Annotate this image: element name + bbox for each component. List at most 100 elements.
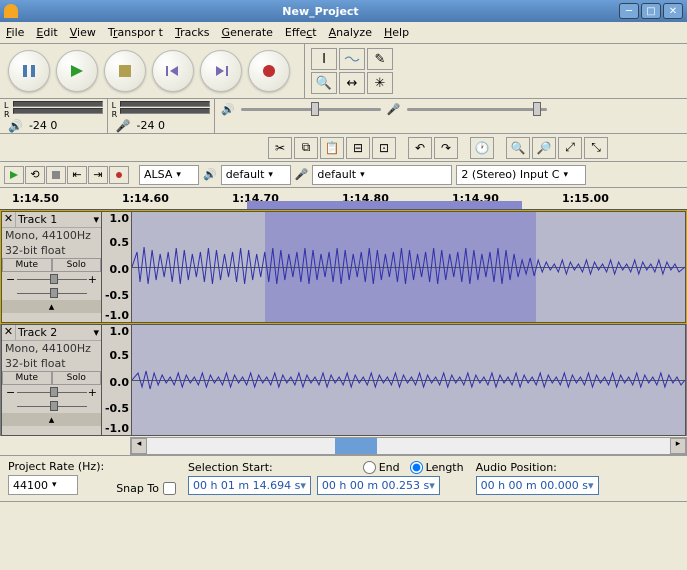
menu-tracks[interactable]: Tracks xyxy=(175,26,210,39)
timeline-selection-bar[interactable] xyxy=(247,201,522,209)
track-close-button[interactable]: ✕ xyxy=(2,325,16,340)
undo-button[interactable]: ↶ xyxy=(408,137,432,159)
mini-stop-button[interactable] xyxy=(46,166,66,184)
mic-icon: 🎤 xyxy=(116,119,131,133)
mute-button[interactable]: Mute xyxy=(2,258,52,272)
stop-button[interactable] xyxy=(104,50,146,92)
speaker-icon: 🔊 xyxy=(8,119,23,133)
track-2: ✕Track 2▾ Mono, 44100Hz 32-bit float Mut… xyxy=(1,324,686,436)
record-button[interactable] xyxy=(248,50,290,92)
trim-button[interactable]: ⊟ xyxy=(346,137,370,159)
edit-toolbar: ✂ ⧉ 📋 ⊟ ⊡ ↶ ↷ 🕐 🔍 🔎 ⤢ ⤡ xyxy=(0,134,687,162)
pan-slider[interactable] xyxy=(2,286,101,300)
solo-button[interactable]: Solo xyxy=(52,371,102,385)
scroll-right-button[interactable]: ▸ xyxy=(670,438,686,454)
vertical-scale[interactable]: 1.00.50.0-0.5-1.0 xyxy=(102,212,132,322)
play-button[interactable] xyxy=(56,50,98,92)
copy-button[interactable]: ⧉ xyxy=(294,137,318,159)
waveform[interactable] xyxy=(132,212,685,322)
track-head: ✕Track 2▾ Mono, 44100Hz 32-bit float Mut… xyxy=(2,325,102,435)
output-volume-slider[interactable] xyxy=(241,101,381,117)
waveform[interactable] xyxy=(132,325,685,435)
pause-button[interactable] xyxy=(8,50,50,92)
redo-button[interactable]: ↷ xyxy=(434,137,458,159)
track-1: ✕Track 1▾ Mono, 44100Hz 32-bit float Mut… xyxy=(1,211,686,323)
selection-start-time[interactable]: 00 h 01 m 14.694 s▾ xyxy=(188,476,311,495)
gain-slider[interactable]: −+ xyxy=(2,385,101,399)
menu-help[interactable]: Help xyxy=(384,26,409,39)
zoom-tool[interactable]: 🔍 xyxy=(311,72,337,94)
draw-tool[interactable]: ✎ xyxy=(367,48,393,70)
titlebar: New_Project ─ □ ✕ xyxy=(0,0,687,22)
collapse-button[interactable]: ▴ xyxy=(2,413,101,426)
selection-length-time[interactable]: 00 h 00 m 00.253 s▾ xyxy=(317,476,440,495)
menu-generate[interactable]: Generate xyxy=(222,26,273,39)
zoom-out-button[interactable]: 🔎 xyxy=(532,137,556,159)
mini-end-button[interactable]: ⇥ xyxy=(88,166,108,184)
menu-edit[interactable]: Edit xyxy=(36,26,57,39)
snap-to-label: Snap To xyxy=(116,482,159,495)
menu-transport[interactable]: Transpor t xyxy=(108,26,163,39)
track-menu[interactable]: Track 2▾ xyxy=(16,325,101,340)
horizontal-scrollbar[interactable]: ◂ ▸ xyxy=(130,437,687,455)
mini-play-button[interactable] xyxy=(4,166,24,184)
minimize-button[interactable]: ─ xyxy=(619,3,639,19)
gain-slider[interactable]: −+ xyxy=(2,272,101,286)
playback-meter: LR 🔊-24 0 xyxy=(0,99,108,133)
input-device-combo[interactable]: default▾ xyxy=(312,165,452,185)
length-radio[interactable] xyxy=(410,461,423,474)
statusbar xyxy=(0,501,687,523)
track-close-button[interactable]: ✕ xyxy=(2,212,16,227)
track-head: ✕Track 1▾ Mono, 44100Hz 32-bit float Mut… xyxy=(2,212,102,322)
mic-icon: 🎤 xyxy=(387,103,401,116)
fit-project-button[interactable]: ⤡ xyxy=(584,137,608,159)
solo-button[interactable]: Solo xyxy=(52,258,102,272)
maximize-button[interactable]: □ xyxy=(641,3,661,19)
menu-effect[interactable]: Effect xyxy=(285,26,317,39)
sync-lock-button[interactable]: 🕐 xyxy=(470,137,494,159)
timeline-tick: 1:15.00 xyxy=(562,192,609,205)
skip-start-button[interactable] xyxy=(152,50,194,92)
tracks-area: ✕Track 1▾ Mono, 44100Hz 32-bit float Mut… xyxy=(0,211,687,436)
mute-button[interactable]: Mute xyxy=(2,371,52,385)
timeline-ruler[interactable]: 1:14.50 1:14.60 1:14.70 1:14.80 1:14.90 … xyxy=(0,188,687,210)
mini-skip-button[interactable]: ⇤ xyxy=(67,166,87,184)
track-format: Mono, 44100Hz xyxy=(2,228,101,243)
end-radio[interactable] xyxy=(363,461,376,474)
track-depth: 32-bit float xyxy=(2,356,101,371)
vertical-scale[interactable]: 1.00.50.0-0.5-1.0 xyxy=(102,325,132,435)
close-button[interactable]: ✕ xyxy=(663,3,683,19)
timeshift-tool[interactable]: ↔ xyxy=(339,72,365,94)
mini-loop-button[interactable]: ⟲ xyxy=(25,166,45,184)
snap-to-checkbox[interactable] xyxy=(163,482,176,495)
track-format: Mono, 44100Hz xyxy=(2,341,101,356)
length-label: Length xyxy=(426,461,464,474)
input-channels-combo[interactable]: 2 (Stereo) Input C▾ xyxy=(456,165,586,185)
pan-slider[interactable] xyxy=(2,399,101,413)
meter-scale: -24 0 xyxy=(137,119,165,133)
collapse-button[interactable]: ▴ xyxy=(2,300,101,313)
timeline-tick: 1:14.60 xyxy=(122,192,169,205)
menu-file[interactable]: File xyxy=(6,26,24,39)
silence-button[interactable]: ⊡ xyxy=(372,137,396,159)
scroll-left-button[interactable]: ◂ xyxy=(131,438,147,454)
mini-record-button[interactable] xyxy=(109,166,129,184)
end-label: End xyxy=(379,461,400,474)
cut-button[interactable]: ✂ xyxy=(268,137,292,159)
speaker-icon: 🔊 xyxy=(221,103,235,116)
output-device-combo[interactable]: default▾ xyxy=(221,165,291,185)
track-menu[interactable]: Track 1▾ xyxy=(16,212,101,227)
audio-host-combo[interactable]: ALSA▾ xyxy=(139,165,199,185)
input-volume-slider[interactable] xyxy=(407,101,547,117)
zoom-in-button[interactable]: 🔍 xyxy=(506,137,530,159)
project-rate-combo[interactable]: 44100▾ xyxy=(8,475,78,495)
fit-selection-button[interactable]: ⤢ xyxy=(558,137,582,159)
envelope-tool[interactable] xyxy=(339,48,365,70)
selection-tool[interactable]: I xyxy=(311,48,337,70)
menu-analyze[interactable]: Analyze xyxy=(329,26,372,39)
skip-end-button[interactable] xyxy=(200,50,242,92)
menu-view[interactable]: View xyxy=(70,26,96,39)
audio-position-time[interactable]: 00 h 00 m 00.000 s▾ xyxy=(476,476,599,495)
paste-button[interactable]: 📋 xyxy=(320,137,344,159)
multi-tool[interactable]: ✳ xyxy=(367,72,393,94)
